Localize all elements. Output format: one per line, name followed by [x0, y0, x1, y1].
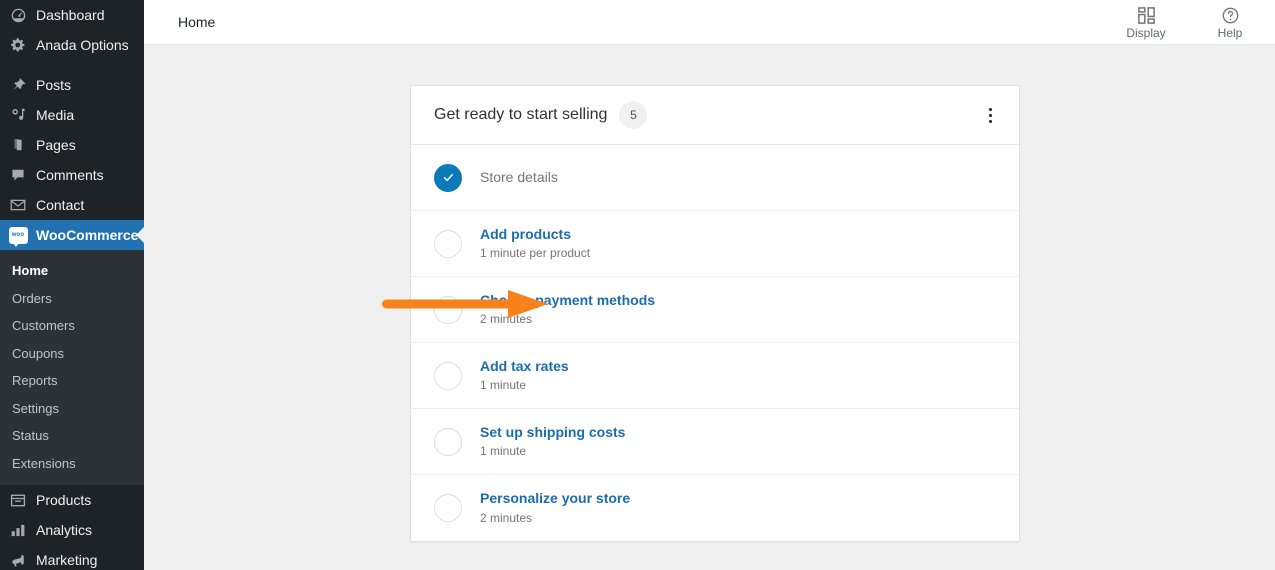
task-row-set-up-shipping-costs[interactable]: Set up shipping costs 1 minute: [411, 409, 1019, 475]
sidebar-item-label: Comments: [36, 167, 104, 183]
sidebar-item-marketing[interactable]: Marketing: [0, 545, 144, 570]
card-header: Get ready to start selling 5: [411, 86, 1019, 145]
remaining-tasks-badge: 5: [619, 101, 648, 129]
setup-task-list-card: Get ready to start selling 5 Store detai…: [410, 85, 1020, 542]
task-status-circle-icon[interactable]: [434, 229, 462, 258]
task-title[interactable]: Add products: [480, 226, 590, 244]
task-duration: 2 minutes: [480, 312, 533, 327]
task-status-circle-icon[interactable]: [434, 494, 462, 522]
help-button[interactable]: Help: [1203, 6, 1257, 39]
sidebar-item-label: Anada Options: [36, 37, 129, 53]
sidebar-item-analytics[interactable]: Analytics: [0, 515, 144, 545]
task-row-add-products[interactable]: Add products 1 minute per product: [411, 211, 1019, 277]
comment-icon: [7, 165, 29, 185]
analytics-icon: [7, 520, 29, 540]
envelope-icon: [7, 195, 29, 215]
task-duration: 1 minute: [480, 378, 527, 393]
card-title: Get ready to start selling: [434, 106, 608, 123]
task-title[interactable]: Store details: [480, 169, 558, 187]
submenu-item-reports[interactable]: Reports: [0, 367, 144, 395]
sidebar-divider-1: [0, 60, 144, 70]
sidebar-item-media[interactable]: Media: [0, 100, 144, 130]
help-circle-icon: [1221, 6, 1240, 25]
submenu-item-settings[interactable]: Settings: [0, 395, 144, 423]
submenu-item-coupons[interactable]: Coupons: [0, 340, 144, 368]
display-button[interactable]: Display: [1119, 6, 1173, 39]
task-text: Personalize your store 2 minutes: [480, 490, 630, 526]
task-text: Choose payment methods 2 minutes: [480, 292, 655, 328]
task-row-choose-payment-methods[interactable]: Choose payment methods 2 minutes: [411, 277, 1019, 343]
sidebar-item-label: Marketing: [36, 552, 98, 569]
task-status-circle-icon[interactable]: [434, 427, 462, 456]
sidebar-item-products[interactable]: Products: [0, 485, 144, 515]
task-duration: 2 minutes: [480, 510, 533, 525]
gear-icon: [7, 35, 29, 55]
sidebar-item-label: Analytics: [36, 522, 93, 539]
help-button-label: Help: [1217, 25, 1243, 40]
dashboard-icon: [7, 5, 29, 25]
task-text: Store details: [480, 169, 558, 187]
ellipsis-vertical-icon[interactable]: [977, 100, 1003, 130]
submenu-item-home[interactable]: Home: [0, 257, 144, 285]
breadcrumb[interactable]: Home: [178, 14, 215, 30]
display-grid-icon: [1137, 6, 1156, 25]
submenu-item-extensions[interactable]: Extensions: [0, 450, 144, 478]
products-icon: [7, 490, 29, 510]
task-row-store-details[interactable]: Store details: [411, 145, 1019, 211]
sidebar-item-comments[interactable]: Comments: [0, 160, 144, 190]
task-row-add-tax-rates[interactable]: Add tax rates 1 minute: [411, 343, 1019, 409]
main-content: Home Display Help Get ready to start sel…: [144, 0, 1275, 570]
task-title[interactable]: Personalize your store: [480, 490, 630, 508]
task-status-circle-icon[interactable]: [434, 361, 462, 390]
woocommerce-submenu: Home Orders Customers Coupons Reports Se…: [0, 250, 144, 486]
task-row-personalize-your-store[interactable]: Personalize your store 2 minutes: [411, 475, 1019, 541]
sidebar-item-dashboard[interactable]: Dashboard: [0, 0, 144, 30]
sidebar-item-posts[interactable]: Posts: [0, 70, 144, 100]
sidebar-item-label: Dashboard: [36, 7, 105, 23]
pages-icon: [7, 135, 29, 155]
sidebar-item-contact[interactable]: Contact: [0, 190, 144, 220]
topbar-actions: Display Help: [1119, 6, 1263, 39]
task-text: Add tax rates 1 minute: [480, 358, 569, 394]
task-status-check-icon[interactable]: [434, 163, 462, 192]
task-title[interactable]: Set up shipping costs: [480, 424, 625, 442]
submenu-item-status[interactable]: Status: [0, 422, 144, 450]
sidebar-item-label: Products: [36, 492, 92, 509]
sidebar-item-woocommerce[interactable]: woo WooCommerce: [0, 220, 144, 250]
task-title[interactable]: Add tax rates: [480, 358, 569, 376]
sidebar-item-label: Contact: [36, 197, 85, 213]
woocommerce-icon: woo: [7, 225, 29, 247]
woocommerce-icon-text: woo: [11, 232, 25, 238]
task-text: Add products 1 minute per product: [480, 226, 590, 262]
task-duration: 1 minute: [480, 444, 527, 459]
task-duration: 1 minute per product: [480, 246, 591, 261]
submenu-item-orders[interactable]: Orders: [0, 285, 144, 313]
sidebar-item-pages[interactable]: Pages: [0, 130, 144, 160]
task-status-circle-icon[interactable]: [434, 295, 462, 324]
task-text: Set up shipping costs 1 minute: [480, 424, 625, 460]
task-title[interactable]: Choose payment methods: [480, 292, 655, 310]
sidebar-item-anada-options[interactable]: Anada Options: [0, 30, 144, 60]
top-navigation-bar: Home Display Help: [144, 0, 1275, 45]
submenu-item-customers[interactable]: Customers: [0, 312, 144, 340]
megaphone-icon: [7, 550, 29, 570]
woocommerce-admin-page: Dashboard Anada Options Posts Media Page…: [0, 0, 1275, 570]
sidebar-item-label: WooCommerce: [36, 227, 139, 243]
sidebar-item-label: Posts: [36, 77, 72, 93]
media-icon: [7, 105, 29, 125]
display-button-label: Display: [1126, 25, 1166, 40]
sidebar-item-label: Media: [36, 107, 75, 123]
pin-icon: [7, 75, 29, 95]
sidebar-item-label: Pages: [36, 137, 76, 153]
admin-sidebar: Dashboard Anada Options Posts Media Page…: [0, 0, 144, 570]
